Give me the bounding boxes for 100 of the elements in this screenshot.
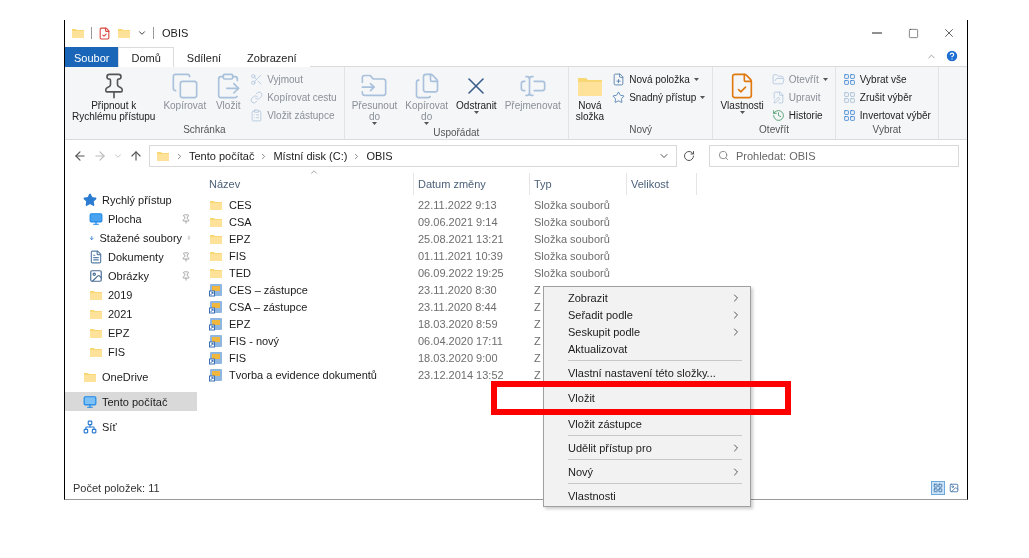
column-header[interactable]: Typ bbox=[530, 173, 627, 195]
ribbon-button[interactable]: Odstranit bbox=[453, 70, 500, 127]
shortcut-icon bbox=[209, 316, 223, 331]
forward-icon bbox=[93, 149, 107, 163]
navigation-item[interactable]: Plocha bbox=[65, 209, 197, 228]
menu-item[interactable]: Udělit přístup pro bbox=[544, 439, 750, 456]
details-view-icon bbox=[933, 483, 943, 493]
navigation-item[interactable]: Dokumenty bbox=[65, 247, 197, 266]
date-cell-text: 18.03.2020 8:59 bbox=[417, 317, 498, 330]
file-name[interactable]: CES – zástupce bbox=[205, 282, 414, 297]
navigation-item[interactable]: EPZ bbox=[65, 323, 197, 342]
date-cell-text: 25.08.2021 13:21 bbox=[417, 232, 504, 245]
navigation-item[interactable]: Síť bbox=[65, 417, 197, 436]
back-button[interactable] bbox=[73, 149, 87, 163]
ribbon-button[interactable]: Vlastnosti bbox=[717, 70, 767, 124]
type-cell-text: Složka souborů bbox=[533, 215, 610, 228]
computer-icon bbox=[83, 394, 97, 409]
file-name[interactable]: TED bbox=[205, 265, 414, 280]
open-icon bbox=[771, 72, 785, 86]
ribbon-button[interactable]: Vybrat vše bbox=[839, 71, 934, 87]
help-icon[interactable] bbox=[945, 49, 959, 63]
date-cell-text: 23.11.2020 8:30 bbox=[417, 283, 497, 296]
properties-icon[interactable] bbox=[98, 26, 111, 40]
forward-button[interactable] bbox=[93, 149, 107, 163]
folder-icon bbox=[156, 149, 170, 163]
navigation-item[interactable]: Rychlý přístup bbox=[65, 190, 197, 209]
view-button[interactable] bbox=[947, 481, 961, 495]
menu-item[interactable]: Vložit bbox=[544, 381, 750, 415]
group-label: Vybrat bbox=[871, 124, 903, 137]
chevron-icon bbox=[175, 151, 184, 161]
file-name[interactable]: FIS bbox=[205, 248, 414, 263]
menu-item[interactable]: Zobrazit bbox=[544, 289, 750, 306]
up-icon bbox=[129, 149, 143, 163]
back-icon bbox=[73, 149, 87, 163]
date-cell-text: 06.09.2022 19:25 bbox=[417, 266, 504, 279]
sort-icon bbox=[309, 167, 319, 177]
file-name[interactable]: Tvorba a evidence dokumentů bbox=[205, 367, 414, 382]
select-none-icon bbox=[842, 90, 856, 104]
caret-icon bbox=[424, 122, 430, 125]
ribbon-tab[interactable]: Domů bbox=[118, 47, 174, 67]
invert-selection-icon bbox=[842, 108, 856, 122]
column-header[interactable]: Název bbox=[205, 173, 414, 195]
maximize-icon bbox=[907, 27, 919, 39]
up-button[interactable] bbox=[129, 149, 143, 163]
address-bar[interactable]: Tento počítač Místní disk (C:) OBIS bbox=[149, 145, 677, 167]
search-field[interactable]: Prohledat: OBIS bbox=[709, 145, 959, 167]
navigation-item[interactable]: OneDrive bbox=[65, 367, 197, 386]
pin-icon bbox=[181, 270, 191, 281]
column-header[interactable]: Datum změny bbox=[414, 173, 530, 195]
date-cell-text: 09.06.2021 9:14 bbox=[417, 215, 498, 228]
ribbon-button[interactable]: Nová složka bbox=[572, 70, 608, 124]
ribbon-tab[interactable]: Soubor bbox=[65, 47, 119, 67]
type-cell-text: Složka souborů bbox=[533, 232, 610, 245]
file-name[interactable]: EPZ bbox=[205, 316, 414, 331]
group-label: Uspořádat bbox=[432, 127, 481, 139]
window-title: OBIS bbox=[162, 27, 189, 39]
customize-caret-icon[interactable] bbox=[137, 28, 147, 38]
navigation-item[interactable]: Stažené soubory bbox=[65, 228, 197, 247]
breadcrumb[interactable]: Místní disk (C:) bbox=[273, 150, 348, 162]
file-name[interactable]: CSA bbox=[205, 214, 414, 229]
ribbon-button[interactable]: Nová položka bbox=[609, 71, 709, 87]
file-name[interactable]: CES bbox=[205, 197, 414, 212]
ribbon-button[interactable]: Historie bbox=[768, 107, 831, 123]
navigation-item[interactable]: Obrázky bbox=[65, 266, 197, 285]
menu-item[interactable]: Vlastní nastavení této složky... bbox=[544, 364, 750, 381]
menu-item[interactable]: Seskupit podle bbox=[544, 323, 750, 340]
caret-icon bbox=[371, 122, 377, 125]
menu-item[interactable]: Seřadit podle bbox=[544, 306, 750, 323]
ribbon-button[interactable]: Invertovat výběr bbox=[839, 107, 934, 123]
file-name[interactable]: CSA – zástupce bbox=[205, 299, 414, 314]
shortcut-icon bbox=[209, 333, 223, 348]
breadcrumb[interactable]: OBIS bbox=[366, 150, 393, 162]
menu-item[interactable]: Vlastnosti bbox=[544, 487, 750, 504]
refresh-button[interactable] bbox=[683, 150, 695, 162]
navigation-item[interactable]: FIS bbox=[65, 342, 197, 361]
file-name[interactable]: EPZ bbox=[205, 231, 414, 246]
pin-icon bbox=[181, 251, 191, 262]
navigation-item[interactable]: 2019 bbox=[65, 285, 197, 304]
column-header[interactable]: Velikost bbox=[627, 173, 697, 195]
file-name[interactable]: FIS bbox=[205, 350, 414, 365]
navigation-item[interactable]: 2021 bbox=[65, 304, 197, 323]
view-button[interactable] bbox=[931, 481, 945, 495]
menu-item[interactable]: Nový bbox=[544, 463, 750, 480]
type-cell-text: Z bbox=[533, 300, 541, 313]
group-label: Nový bbox=[628, 124, 653, 137]
menu-item[interactable]: Vložit zástupce bbox=[544, 415, 750, 432]
menu-item[interactable]: Aktualizovat bbox=[544, 340, 750, 357]
document-icon bbox=[89, 249, 103, 264]
breadcrumb[interactable]: Tento počítač bbox=[189, 150, 255, 162]
ribbon-button[interactable]: Snadný přístup bbox=[609, 89, 709, 105]
navigation-item[interactable]: Tento počítač bbox=[65, 392, 197, 411]
file-name[interactable]: FIS - nový bbox=[205, 333, 414, 348]
scissors-icon bbox=[250, 72, 264, 86]
type-cell-text: Z bbox=[533, 368, 541, 381]
network-icon bbox=[83, 419, 97, 434]
caret-icon bbox=[700, 95, 706, 99]
caret-icon bbox=[739, 111, 745, 114]
group-label: Schránka bbox=[182, 124, 227, 137]
ribbon-button[interactable]: Připnout k Rychlému přístupu bbox=[69, 70, 159, 124]
ribbon-button[interactable]: Zrušit výběr bbox=[839, 89, 934, 105]
